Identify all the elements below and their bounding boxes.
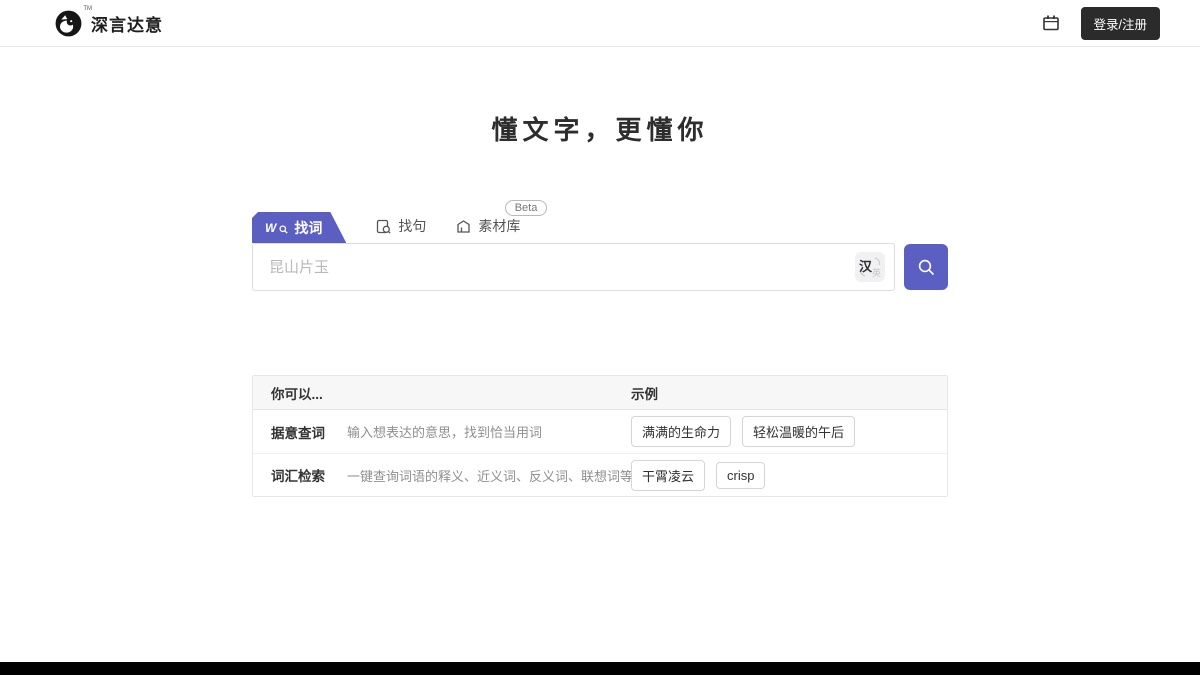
example-chip[interactable]: 满满的生命力 — [631, 416, 731, 447]
feature-name: 词汇检索 — [271, 465, 325, 485]
calendar-icon[interactable] — [1041, 13, 1061, 33]
language-toggle-button[interactable]: 汉 英 — [855, 252, 885, 282]
table-header-capabilities: 你可以... — [271, 383, 323, 403]
top-header: TM 深言达意 登录/注册 — [0, 0, 1200, 47]
trademark-mark: TM — [83, 6, 92, 12]
example-chip[interactable]: crisp — [716, 462, 765, 489]
tab-material-library[interactable]: 素材库 Beta — [456, 216, 520, 243]
search-input[interactable] — [252, 243, 895, 291]
example-chip[interactable]: 干霄凌云 — [631, 460, 705, 491]
brand-logo: TM — [55, 10, 82, 37]
brand-logo-icon — [55, 10, 82, 37]
sentence-search-icon — [376, 219, 391, 234]
word-search-magnifier-icon — [279, 225, 288, 234]
feature-name: 据意查词 — [271, 422, 325, 442]
footer-bar — [0, 662, 1200, 675]
language-primary-label: 汉 — [859, 256, 872, 275]
library-icon — [456, 219, 471, 234]
tab-find-sentence-label: 找句 — [398, 216, 426, 236]
feature-description: 输入想表达的意思，找到恰当用词 — [347, 422, 542, 441]
brand-name: 深言达意 — [91, 11, 163, 36]
table-header-examples: 示例 — [631, 383, 658, 403]
tab-material-library-label: 素材库 — [478, 216, 520, 236]
feature-row-query-by-meaning: 据意查词 输入想表达的意思，找到恰当用词 满满的生命力 轻松温暖的午后 — [253, 410, 947, 453]
search-button[interactable] — [904, 244, 948, 290]
search-tabs: W 找词 找句 素材库 Beta — [252, 212, 948, 243]
language-secondary-label: 英 — [872, 266, 881, 279]
tab-find-word-label: 找词 — [294, 218, 322, 238]
feature-row-vocabulary-lookup: 词汇检索 一键查询词语的释义、近义词、反义词、联想词等 干霄凌云 crisp — [253, 453, 947, 496]
search-section: W 找词 找句 素材库 Beta — [252, 212, 948, 291]
page-title: 懂文字，更懂你 — [0, 110, 1200, 147]
feature-description: 一键查询词语的释义、近义词、反义词、联想词等 — [347, 466, 633, 485]
tab-find-sentence[interactable]: 找句 — [376, 216, 426, 243]
examples-table: 你可以... 示例 据意查词 输入想表达的意思，找到恰当用词 满满的生命力 轻松… — [252, 375, 948, 497]
search-icon — [917, 258, 936, 277]
table-header-row: 你可以... 示例 — [253, 376, 947, 410]
tab-find-word[interactable]: W 找词 — [252, 212, 346, 243]
beta-badge: Beta — [505, 200, 548, 216]
word-search-icon: W — [265, 222, 276, 234]
login-register-button[interactable]: 登录/注册 — [1081, 7, 1160, 40]
example-chip[interactable]: 轻松温暖的午后 — [742, 416, 855, 447]
